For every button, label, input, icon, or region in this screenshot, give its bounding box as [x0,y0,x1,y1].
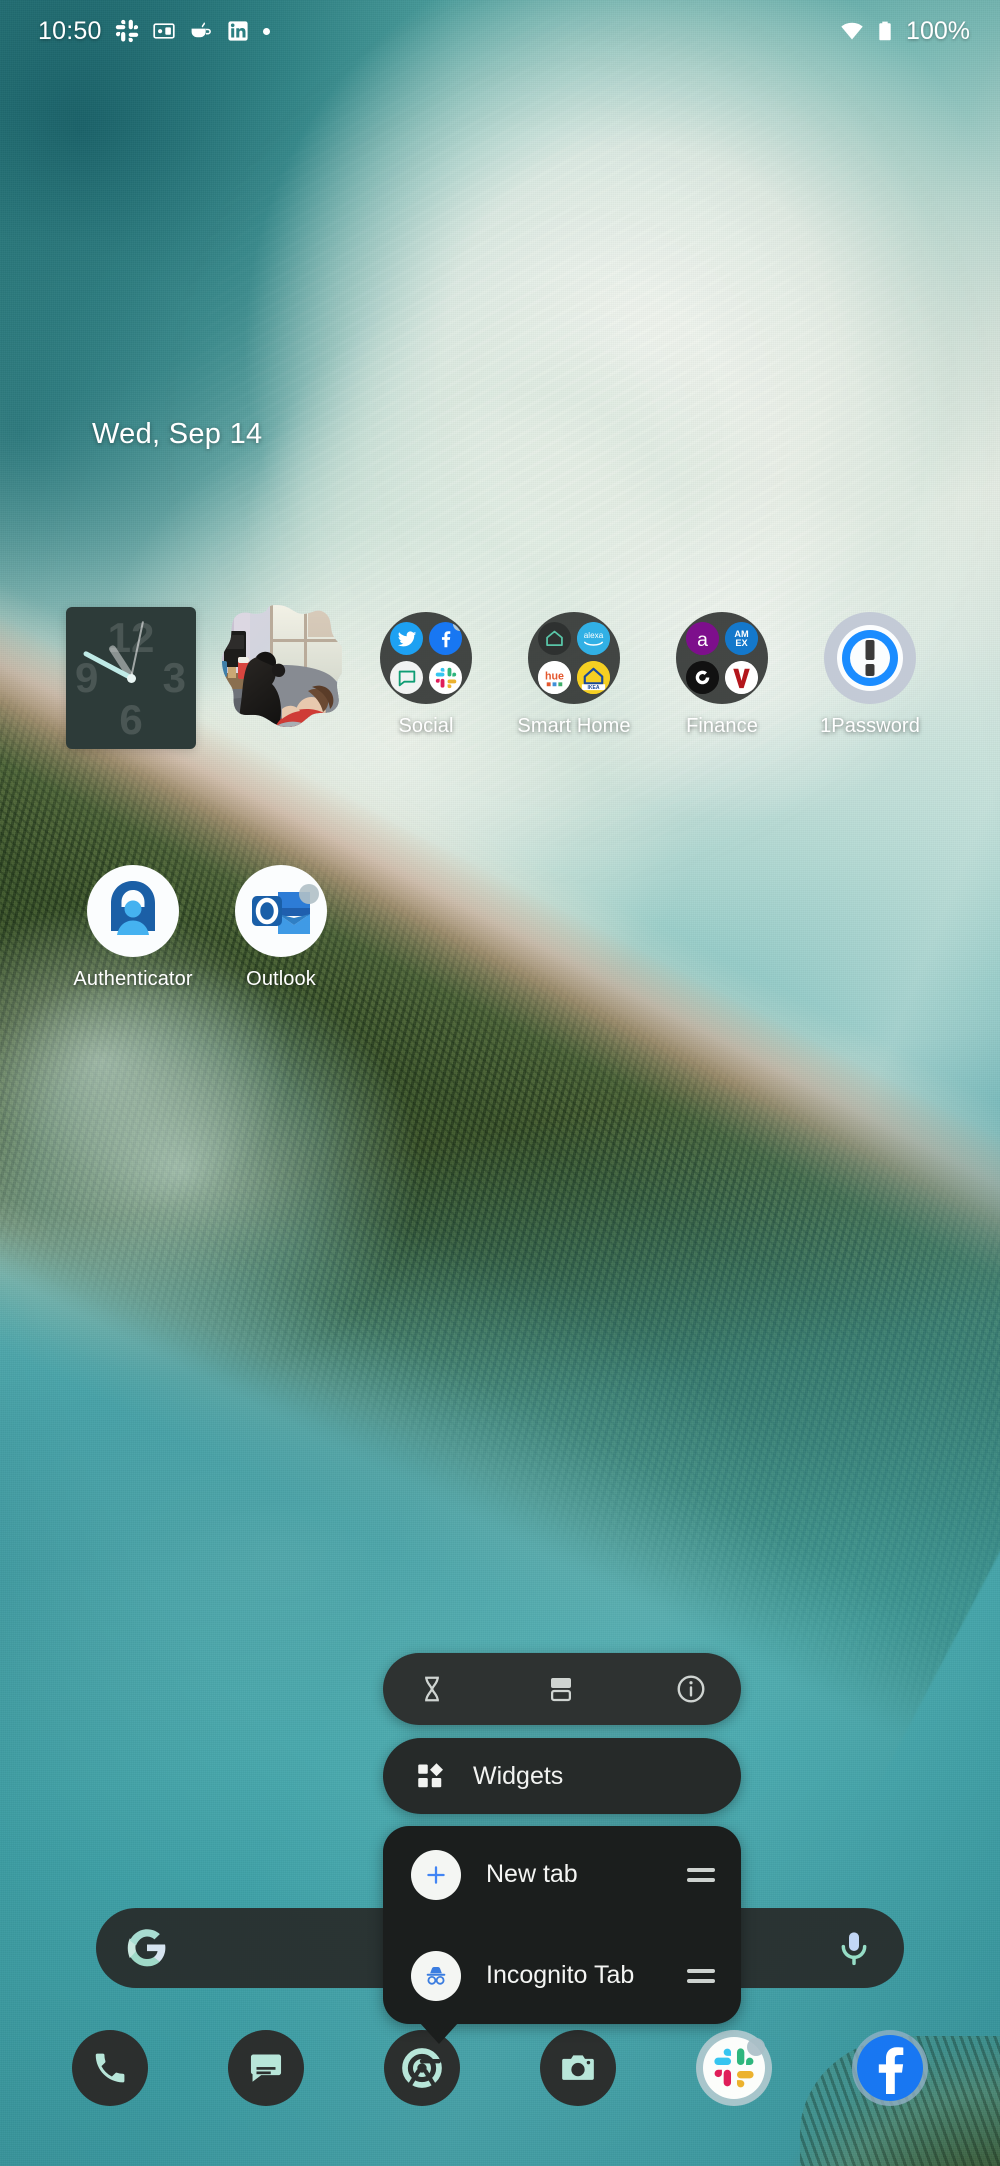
ikea-home-icon: IKEA [577,661,610,694]
app-1password-label: 1Password [820,715,920,737]
folder-finance[interactable]: a AM EX Finance [647,612,797,738]
plus-icon [411,1849,461,1900]
alexa-icon: alexa [577,622,610,655]
wifi-icon [841,22,863,40]
cast-screen-icon [152,23,175,39]
microphone-icon[interactable] [834,1928,874,1968]
dock-item-camera[interactable] [540,2030,616,2106]
folder-social-label: Social [398,715,454,737]
1password-icon[interactable] [824,612,916,704]
folder-smart-home-icon[interactable]: alexa hue IKEA [528,612,620,704]
more-notifications-dot [262,27,270,35]
drag-handle-icon[interactable] [685,1968,715,1983]
widgets-grid-icon [418,1763,443,1788]
status-bar-right: 100% [840,17,970,46]
folder-smart-home-label: Smart Home [517,715,631,737]
google-home-icon [538,622,571,655]
popup-shortcut-new-tab-label: New tab [486,1860,578,1888]
chase-icon [686,661,719,694]
twitter-icon [390,622,423,655]
popup-shortcut-new-tab[interactable]: New tab [383,1826,741,1923]
drag-handle-icon[interactable] [685,1867,715,1882]
hourglass-icon[interactable] [417,1674,447,1704]
status-bar-left: 10:50 [38,17,270,46]
dock-item-slack[interactable] [696,2030,772,2106]
popup-pointer-tail [419,2022,459,2044]
status-bar[interactable]: 10:50 100% [0,0,1000,62]
svg-text:alexa: alexa [584,631,604,640]
photo-widget[interactable] [212,603,342,747]
cup-icon [191,22,211,38]
slack-icon [429,661,462,694]
svg-text:a: a [697,629,708,651]
home-date[interactable]: Wed, Sep 14 [92,418,262,451]
popup-action-row [383,1653,741,1725]
microsoft-authenticator-icon[interactable] [87,865,179,957]
google-chat-icon [390,661,423,694]
app-authenticator[interactable]: Authenticator [58,865,208,991]
dock-item-phone[interactable] [72,2030,148,2106]
popup-widgets-item[interactable]: Widgets [383,1738,741,1814]
svg-text:IKEA: IKEA [587,685,599,691]
folder-finance-icon[interactable]: a AM EX [676,612,768,704]
info-icon[interactable] [675,1673,707,1705]
status-bar-clock: 10:50 [38,16,102,45]
app-outlook-label: Outlook [246,968,316,990]
app-authenticator-label: Authenticator [73,968,193,990]
app-long-press-popup: Widgets New tab Incognito Tab [383,1653,741,2044]
split-screen-icon[interactable] [546,1674,576,1704]
dock [0,2010,1000,2126]
clock-number-3: 3 [162,654,186,701]
outlook-icon[interactable] [235,865,327,957]
folder-social[interactable]: Social [351,612,501,738]
svg-text:hue: hue [545,670,564,682]
facebook-icon [429,622,462,655]
folder-social-icon[interactable] [380,612,472,704]
analog-clock-widget[interactable]: 12 3 6 9 [66,607,196,749]
clock-center-cap [126,673,136,683]
linkedin-icon [227,21,248,41]
clock-number-6: 6 [119,696,143,743]
folder-smart-home[interactable]: alexa hue IKEA Smart Home [499,612,649,738]
folder-finance-label: Finance [686,715,758,737]
amex-icon: AM EX [725,622,758,655]
dock-item-messages[interactable] [228,2030,304,2106]
slack-icon [115,19,138,43]
incognito-icon [411,1950,461,2001]
app-outlook[interactable]: Outlook [206,865,356,991]
popup-widgets-label: Widgets [473,1761,564,1790]
svg-text:EX: EX [735,638,748,648]
app-1password[interactable]: 1Password [795,612,945,738]
ally-icon: a [686,622,719,655]
vanguard-icon [725,661,758,694]
dock-item-facebook[interactable] [852,2030,928,2106]
popup-shortcut-incognito-tab-label: Incognito Tab [486,1961,635,1989]
clock-number-9: 9 [75,654,99,701]
popup-shortcut-incognito-tab[interactable]: Incognito Tab [383,1927,741,2024]
battery-percent: 100% [906,16,970,45]
philips-hue-icon: hue [538,661,571,694]
popup-shortcut-group: New tab Incognito Tab [383,1826,741,2044]
google-g-icon [127,1929,166,1967]
battery-icon [879,21,891,41]
